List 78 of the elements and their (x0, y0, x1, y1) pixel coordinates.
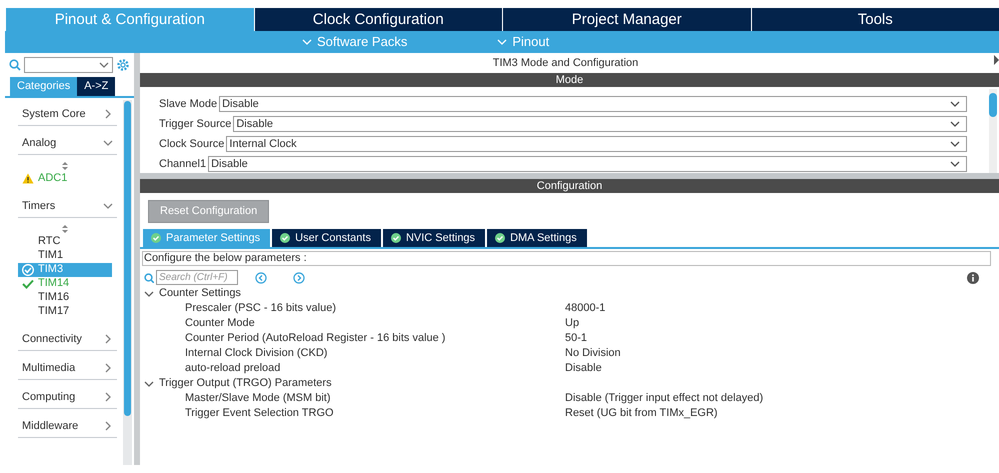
scrollbar[interactable] (123, 100, 132, 465)
scrollbar[interactable] (989, 89, 997, 173)
check-circle-icon (390, 232, 401, 243)
section-header: Configuration (140, 179, 999, 193)
dropdown-icon (99, 60, 109, 70)
search-field[interactable] (24, 56, 113, 72)
search-icon (144, 272, 154, 282)
category-header[interactable]: System Core (18, 104, 117, 126)
peripheral-item[interactable]: RTC (18, 234, 117, 248)
chevron-down-icon (144, 288, 154, 298)
peripheral-item[interactable]: TIM1 (18, 248, 117, 262)
parameter-value[interactable]: Disable (565, 360, 602, 377)
dropdown-field[interactable]: Disable (219, 96, 967, 112)
check-circle-icon (495, 232, 506, 243)
parameter-name: Counter Period (AutoReload Register - 16 bits value ) (185, 331, 446, 346)
dropdown-field[interactable]: Internal Clock (226, 136, 967, 152)
category-header[interactable]: Middleware (18, 416, 117, 438)
section-header: Mode (140, 73, 999, 87)
parameter-name: auto-reload preload (185, 361, 282, 376)
main-tab[interactable]: Project Manager (502, 8, 750, 31)
parameter-value[interactable]: Reset (UG bit from TIMx_EGR) (565, 405, 718, 422)
chevron-right-icon (103, 334, 113, 344)
settings-tab[interactable]: DMA Settings (487, 228, 589, 247)
field-label: Slave Mode (159, 96, 218, 112)
parameter-name: Prescaler (PSC - 16 bits value) (185, 301, 337, 316)
parameter-value[interactable]: No Division (565, 345, 621, 362)
parameter-name: Master/Slave Mode (MSM bit) (185, 391, 332, 406)
category-header[interactable]: Multimedia (18, 358, 117, 380)
warning-icon (22, 173, 34, 184)
main-tab[interactable]: Clock Configuration (254, 8, 502, 31)
check-circle-icon (22, 264, 34, 276)
check-circle-icon (151, 232, 161, 243)
field-label: Trigger Source (159, 116, 232, 132)
main-tab[interactable]: Tools (750, 8, 999, 31)
settings-tab[interactable]: User Constants (272, 228, 383, 247)
chevron-down-icon (103, 138, 113, 148)
peripheral-item[interactable]: TIM16 (18, 290, 117, 304)
sort-icon (62, 224, 68, 232)
chevron-right-icon (103, 109, 113, 119)
category-header[interactable]: Connectivity (18, 328, 117, 350)
settings-icon (116, 58, 130, 72)
parameter-name: Counter Mode (185, 316, 256, 332)
hint-text: Configure the below parameters : (142, 251, 991, 266)
search-icon (9, 58, 21, 70)
collapse-icon (994, 55, 999, 65)
previous-icon[interactable] (255, 272, 267, 284)
next-icon[interactable] (293, 272, 305, 284)
parameter-value[interactable]: Disable (Trigger input effect not delayed) (565, 390, 764, 407)
group-header[interactable]: Counter Settings (144, 286, 999, 301)
parameter-value[interactable]: Up (565, 315, 580, 332)
group-header[interactable]: Trigger Output (TRGO) Parameters (144, 376, 999, 391)
panel-title: TIM3 Mode and Configuration (492, 56, 640, 71)
chevron-down-icon (497, 37, 508, 47)
parameter-value[interactable]: 50-1 (565, 330, 588, 347)
category-header[interactable]: Computing (18, 386, 117, 408)
category-header[interactable]: Timers (18, 196, 117, 218)
parameter-name: Trigger Event Selection TRGO (185, 406, 335, 422)
info-icon (967, 272, 979, 284)
chevron-right-icon (103, 363, 113, 373)
dropdown-field[interactable]: Disable (208, 156, 967, 172)
peripheral-item[interactable]: TIM17 (18, 304, 117, 318)
parameter-value[interactable]: 48000-1 (565, 300, 606, 317)
chevron-right-icon (103, 421, 113, 431)
category-header[interactable]: Analog (18, 132, 117, 154)
parameter-name: Internal Clock Division (CKD) (185, 346, 328, 362)
settings-tab[interactable]: NVIC Settings (382, 228, 488, 247)
check-icon (22, 278, 34, 288)
chevron-down-icon (144, 378, 154, 388)
field-label: Clock Source (159, 136, 224, 152)
sort-icon (62, 162, 68, 170)
chevron-down-icon (302, 37, 312, 47)
view-tab[interactable]: A->Z (77, 77, 116, 96)
chevron-down-icon (103, 201, 113, 211)
check-circle-icon (280, 232, 290, 243)
chevron-right-icon (103, 392, 113, 402)
field-label: Channel1 (159, 156, 206, 172)
search-field[interactable]: Search (Ctrl+F) (156, 270, 238, 285)
dropdown-field[interactable]: Disable (233, 116, 967, 132)
